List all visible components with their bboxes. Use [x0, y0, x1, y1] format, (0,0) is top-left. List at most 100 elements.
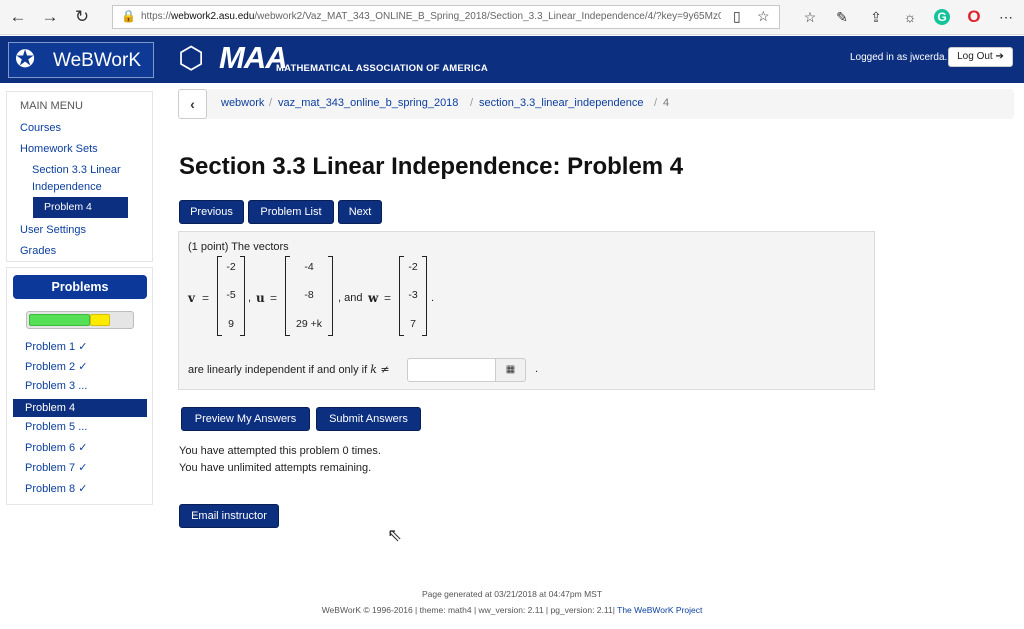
problem-link-3[interactable]: Problem 3 ...: [25, 380, 87, 392]
problem-link-2[interactable]: Problem 2 ✓: [25, 360, 87, 373]
problem-intro: (1 point) The vectors: [188, 241, 289, 253]
vector-v-label: v: [188, 291, 195, 305]
menu-grades-link[interactable]: Grades: [20, 245, 56, 257]
breadcrumb-set[interactable]: section_3.3_linear_independence: [479, 97, 644, 109]
menu-section-link-line1[interactable]: Section 3.3 Linear: [32, 164, 121, 176]
vector-u-label: u: [256, 291, 265, 305]
chevron-left-icon: ‹: [190, 96, 195, 112]
problem-list-button[interactable]: Problem List: [248, 200, 334, 224]
k-not-equal: k ≠: [370, 363, 390, 376]
submit-answers-button[interactable]: Submit Answers: [316, 407, 421, 431]
menu-section-link-line2[interactable]: Independence: [32, 181, 102, 193]
pen-icon[interactable]: ✎: [832, 7, 852, 27]
keypad-grid-icon: ▦: [505, 364, 516, 375]
maa-subtitle: MATHEMATICAL ASSOCIATION OF AMERICA: [276, 63, 488, 74]
problem-question: are linearly independent if and only if …: [188, 363, 390, 376]
breadcrumb-current: 4: [663, 97, 670, 109]
main-menu: MAIN MENU Courses Homework Sets Section …: [6, 91, 153, 262]
vector-v-entry: -2: [226, 261, 236, 273]
browser-toolbar: ← → ↻ 🔒 https://webwork2.asu.edu/webwork…: [0, 0, 1024, 35]
menu-problem-4-active[interactable]: Problem 4: [33, 197, 128, 218]
logout-label: Log Out: [957, 51, 993, 62]
logout-button[interactable]: Log Out ➔: [948, 47, 1013, 67]
webwork-logo[interactable]: ✪ WeBWorK: [8, 42, 154, 78]
breadcrumb: ‹ webwork / vaz_mat_343_online_b_spring_…: [178, 89, 1014, 119]
vector-u-entry: 29 +k: [296, 318, 322, 330]
url-text: https://webwork2.asu.edu/webwork2/Vaz_MA…: [141, 11, 721, 22]
more-options-icon[interactable]: ⋯: [996, 7, 1016, 27]
lightbulb-icon[interactable]: ☼: [900, 7, 920, 27]
vector-v-entry: -5: [226, 289, 236, 301]
vector-w-entry: 7: [410, 318, 416, 330]
vector-u-entry: -8: [304, 289, 314, 301]
answer-input[interactable]: [407, 358, 496, 382]
logout-icon: ➔: [995, 51, 1004, 62]
progress-partial-segment: [90, 314, 110, 326]
grammarly-icon[interactable]: G: [934, 9, 950, 25]
favorite-star-icon[interactable]: ☆: [757, 8, 770, 25]
menu-user-settings-link[interactable]: User Settings: [20, 224, 86, 236]
vector-u-matrix: -4 -8 29 +k: [285, 256, 333, 336]
breadcrumb-separator: /: [654, 97, 658, 109]
vector-u-entry: -4: [304, 261, 314, 273]
problems-panel-title: Problems: [13, 275, 147, 299]
logged-in-text: Logged in as jwcerda.: [850, 52, 948, 63]
problem-link-8[interactable]: Problem 8 ✓: [25, 482, 87, 495]
favorites-list-icon[interactable]: ☆: [800, 7, 820, 27]
and-text: , and: [338, 292, 363, 304]
question-text: are linearly independent if and only if: [188, 364, 368, 376]
progress-bar: [26, 311, 134, 329]
email-instructor-button[interactable]: Email instructor: [179, 504, 279, 528]
share-icon[interactable]: ⇪: [866, 7, 886, 27]
problem-link-1[interactable]: Problem 1 ✓: [25, 340, 87, 353]
footer-copyright-text: WeBWorK © 1996-2016 | theme: math4 | ww_…: [321, 605, 618, 615]
breadcrumb-course[interactable]: vaz_mat_343_online_b_spring_2018: [278, 97, 458, 109]
vector-w-label: w: [368, 291, 379, 305]
equals-sign: =: [202, 291, 210, 305]
progress-correct-segment: [29, 314, 90, 326]
preview-answers-button[interactable]: Preview My Answers: [181, 407, 310, 431]
mouse-cursor-icon: ⇖: [387, 525, 403, 545]
back-arrow-icon[interactable]: ←: [6, 6, 30, 28]
attempts-remaining-text: You have unlimited attempts remaining.: [179, 462, 372, 474]
menu-courses-link[interactable]: Courses: [20, 122, 61, 134]
vector-v-entry: 9: [228, 318, 234, 330]
main-menu-title: MAIN MENU: [20, 100, 83, 112]
equals-sign: =: [270, 291, 278, 305]
problems-panel: Problems Problem 1 ✓ Problem 2 ✓ Problem…: [6, 267, 153, 505]
address-bar[interactable]: 🔒 https://webwork2.asu.edu/webwork2/Vaz_…: [112, 5, 780, 29]
webwork-star-icon: ✪: [15, 46, 36, 73]
problem-link-5[interactable]: Problem 5 ...: [25, 421, 87, 433]
problem-link-6[interactable]: Problem 6 ✓: [25, 441, 87, 454]
refresh-icon[interactable]: ↻: [70, 6, 94, 28]
problem-box: (1 point) The vectors v = -2 -5 9 , u = …: [178, 231, 875, 390]
lock-icon: 🔒: [121, 9, 136, 23]
footer-generated: Page generated at 03/21/2018 at 04:47pm …: [421, 589, 603, 599]
reading-view-icon[interactable]: ▯: [733, 8, 741, 25]
webwork-logo-text: WeBWorK: [53, 50, 141, 71]
problem-link-4-active[interactable]: Problem 4: [13, 399, 147, 417]
next-button[interactable]: Next: [338, 200, 382, 224]
equals-sign: =: [384, 291, 392, 305]
breadcrumb-separator: /: [269, 97, 273, 109]
period: .: [535, 363, 539, 375]
breadcrumb-separator: /: [470, 97, 474, 109]
breadcrumb-back-button[interactable]: ‹: [178, 89, 207, 119]
vector-w-entry: -3: [408, 289, 418, 301]
maa-icosahedron-icon: ⬡: [178, 42, 205, 75]
previous-button[interactable]: Previous: [179, 200, 244, 224]
webwork-project-link[interactable]: The WeBWorK Project: [617, 605, 702, 615]
footer-copyright: WeBWorK © 1996-2016 | theme: math4 | ww_…: [0, 605, 1024, 615]
forward-arrow-icon[interactable]: →: [38, 6, 62, 28]
attempts-made-text: You have attempted this problem 0 times.: [179, 445, 381, 457]
equation-editor-button[interactable]: ▦: [495, 358, 526, 382]
breadcrumb-webwork[interactable]: webwork: [221, 97, 264, 109]
period: .: [431, 292, 435, 304]
menu-homework-sets-link[interactable]: Homework Sets: [20, 143, 98, 155]
page-title: Section 3.3 Linear Independence: Problem…: [179, 153, 684, 180]
opera-icon[interactable]: O: [964, 7, 984, 27]
problem-link-7[interactable]: Problem 7 ✓: [25, 461, 87, 474]
vector-w-entry: -2: [408, 261, 418, 273]
vector-w-matrix: -2 -3 7: [399, 256, 427, 336]
site-header: ✪ WeBWorK ⬡ MAA MATHEMATICAL ASSOCIATION…: [0, 36, 1024, 83]
